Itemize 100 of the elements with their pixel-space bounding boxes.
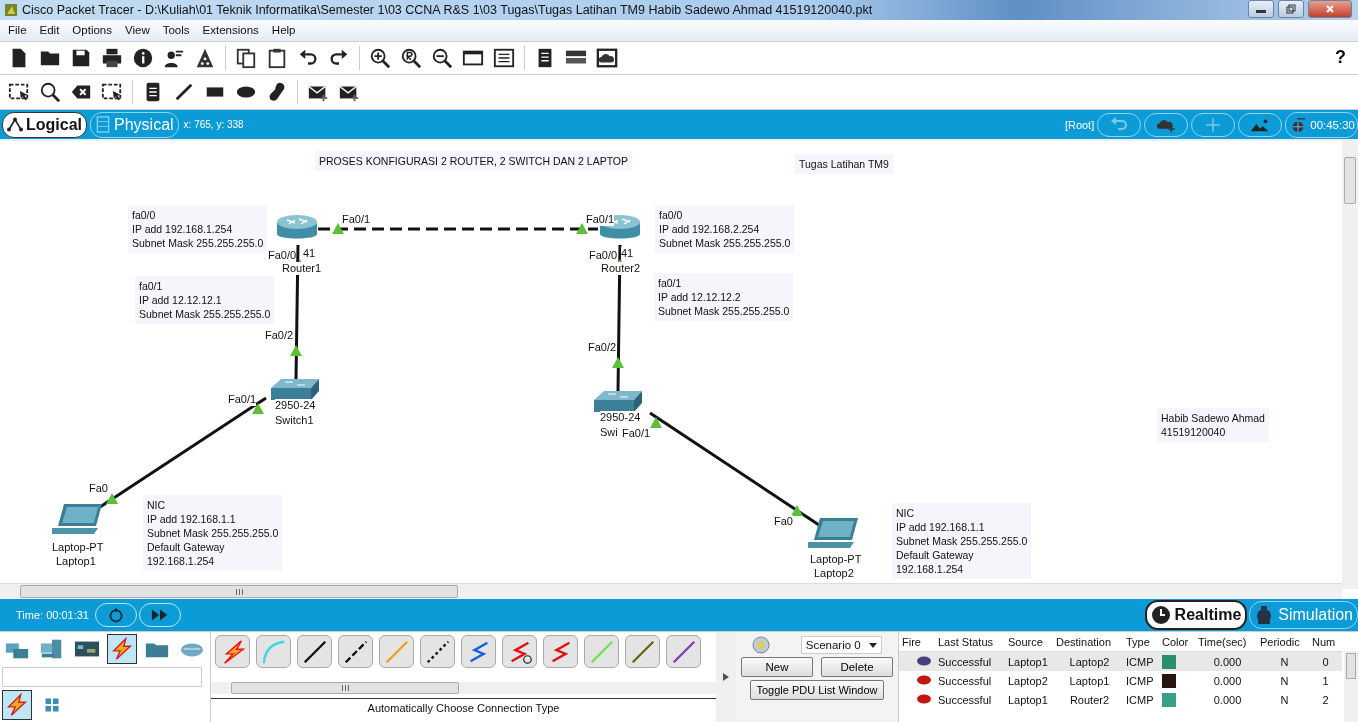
table-cell-text: Successful bbox=[937, 693, 993, 706]
port-label: Fa0/1 bbox=[228, 393, 257, 407]
text-note[interactable]: Tugas Latihan TM9 bbox=[795, 154, 893, 175]
text-note[interactable]: NIC IP add 192.168.1.1 Subnet Mask 255.255.255.0 Default Gateway 192.168.1.254 bbox=[892, 503, 1032, 580]
table-cell-text: N bbox=[1279, 655, 1290, 668]
table-cell-text: Laptop2 bbox=[1007, 674, 1049, 687]
laptop-icon[interactable] bbox=[806, 516, 860, 551]
column-header[interactable]: Last Status bbox=[935, 635, 1005, 648]
laptop-icon[interactable] bbox=[50, 502, 104, 537]
pdu-row[interactable]: Successful Laptop2 Laptop1 ICMP 0.000 N 1 bbox=[899, 671, 1342, 690]
connection-button[interactable] bbox=[338, 635, 373, 668]
text-note[interactable]: fa0/0 IP add 192.168.2.254 Subnet Mask 255.255.255.0 bbox=[655, 205, 795, 254]
horizontal-scrollbar[interactable] bbox=[211, 682, 716, 694]
time-text: Time: 00:01:31 bbox=[16, 609, 89, 622]
table-cell-text: 0 bbox=[1321, 655, 1330, 668]
fire-icon[interactable] bbox=[916, 655, 932, 666]
table-cell-text: Laptop1 bbox=[1068, 674, 1111, 687]
column-header[interactable]: Type bbox=[1123, 635, 1159, 648]
window-title: Cisco Packet Tracer - D:\Kuliah\01 Teknik Informatika\Semester 1\03 CCNA R&S 1\03 Tugas\Tugas Latihan TM9 Habib Sadewo Ahmad 41519120040.pkt bbox=[22, 2, 873, 17]
text-note[interactable]: PROSES KONFIGURASI 2 ROUTER, 2 SWITCH DAN 2 LAPTOP bbox=[315, 151, 633, 172]
list-icon[interactable] bbox=[493, 46, 515, 69]
table-cell-text: Laptop1 bbox=[1007, 655, 1049, 668]
column-header[interactable]: Destination bbox=[1053, 635, 1123, 648]
table-cell-text: N bbox=[1279, 674, 1290, 687]
line-icon[interactable] bbox=[173, 81, 195, 103]
column-header[interactable]: Num bbox=[1309, 635, 1339, 648]
table-cell-text: Laptop2 bbox=[1068, 655, 1111, 668]
mode-tab[interactable]: Realtime bbox=[1144, 600, 1248, 631]
vertical-scrollbar[interactable] bbox=[1342, 141, 1358, 590]
text-note[interactable]: fa0/1 IP add 12.12.12.1 Subnet Mask 255.255.255.0 bbox=[135, 276, 275, 325]
app-icon bbox=[4, 2, 18, 17]
text-note[interactable]: fa0/1 IP add 12.12.12.2 Subnet Mask 255.255.255.0 bbox=[654, 273, 794, 322]
column-header[interactable]: Source bbox=[1005, 635, 1053, 648]
pdu-row[interactable]: Successful Laptop1 Router2 ICMP 0.000 N 2 bbox=[899, 690, 1342, 709]
paste-icon[interactable] bbox=[266, 46, 288, 69]
menu-item[interactable]: Extensions bbox=[196, 24, 266, 37]
device-model: Laptop-PT bbox=[52, 541, 104, 555]
fire-icon[interactable] bbox=[916, 693, 932, 704]
rack-icon bbox=[95, 116, 111, 134]
connection-button[interactable] bbox=[420, 635, 455, 668]
zoom-in-icon[interactable] bbox=[369, 46, 391, 69]
menu-item[interactable]: View bbox=[119, 24, 157, 37]
text-note[interactable]: fa0/0 IP add 192.168.1.254 Subnet Mask 255.255.255.0 bbox=[128, 205, 268, 254]
device-name: Router2 bbox=[601, 262, 641, 276]
scenario-dropdown[interactable]: Scenario 0 bbox=[800, 636, 882, 654]
device-model: Laptop-PT bbox=[810, 553, 862, 567]
minimize-button[interactable] bbox=[1248, 0, 1274, 18]
resize-icon[interactable] bbox=[101, 81, 123, 103]
coordinates-text: x: 765, y: 338 bbox=[183, 119, 244, 131]
pdu-row[interactable]: Successful Laptop1 Laptop2 ICMP 0.000 N 0 bbox=[899, 652, 1342, 671]
scenario-button[interactable]: New bbox=[741, 657, 813, 677]
zoom-out-icon[interactable] bbox=[431, 46, 453, 69]
menu-item[interactable]: Edit bbox=[33, 24, 67, 37]
switch-icon[interactable] bbox=[269, 376, 321, 403]
select-icon[interactable] bbox=[8, 81, 30, 103]
horizontal-scrollbar[interactable] bbox=[0, 583, 1342, 600]
table-cell-text: 2 bbox=[1321, 693, 1330, 706]
table-cell-text: Laptop1 bbox=[1007, 693, 1049, 706]
switch-icon[interactable] bbox=[592, 388, 644, 415]
toggle-pdu-button[interactable]: Toggle PDU List Window bbox=[750, 680, 884, 700]
port-label: Fa0/1 bbox=[586, 213, 615, 227]
status-text: Automatically Choose Connection Type bbox=[211, 698, 716, 722]
collapse-arrow-icon[interactable] bbox=[722, 672, 730, 682]
table-cell-text: 0.000 bbox=[1212, 655, 1243, 668]
zoom-reset-icon[interactable] bbox=[400, 46, 422, 69]
table-cell-text: 0.000 bbox=[1212, 693, 1243, 706]
vertical-scrollbar[interactable] bbox=[1344, 651, 1358, 722]
cable-link[interactable] bbox=[318, 223, 598, 235]
menu-item[interactable]: File bbox=[2, 24, 34, 37]
menu-item[interactable]: Tools bbox=[156, 24, 197, 37]
close-button[interactable] bbox=[1308, 0, 1352, 18]
text-note[interactable]: NIC IP add 192.168.1.1 Subnet Mask 255.255.255.0 Default Gateway 192.168.1.254 bbox=[143, 495, 283, 572]
clock-icon bbox=[1150, 605, 1171, 626]
help-button[interactable]: ? bbox=[1335, 47, 1346, 69]
workspace-tab[interactable]: Logical bbox=[2, 111, 87, 138]
device-name: Router1 bbox=[282, 262, 322, 276]
column-header[interactable]: Fire bbox=[899, 635, 935, 648]
print-icon[interactable] bbox=[101, 46, 123, 69]
table-cell-text: ICMP bbox=[1125, 655, 1155, 668]
back-arrow-icon bbox=[1109, 116, 1130, 133]
copy-icon[interactable] bbox=[235, 46, 257, 69]
column-header[interactable]: Periodic bbox=[1257, 635, 1309, 648]
restore-button[interactable] bbox=[1278, 0, 1304, 18]
menu-item[interactable]: Options bbox=[66, 24, 119, 37]
table-cell-text: Router2 bbox=[1068, 693, 1111, 706]
topology-icon bbox=[7, 116, 23, 134]
close-icon bbox=[1325, 3, 1335, 14]
search-icon[interactable] bbox=[39, 81, 61, 103]
connection-button[interactable] bbox=[297, 635, 332, 668]
fire-icon[interactable] bbox=[916, 674, 932, 685]
cloud-window-icon[interactable] bbox=[596, 46, 618, 69]
table-cell-text: 0.000 bbox=[1212, 674, 1243, 687]
column-header[interactable]: Time(sec) bbox=[1195, 635, 1257, 648]
table-cell-text: ICMP bbox=[1125, 693, 1155, 706]
menu-item[interactable]: Help bbox=[265, 24, 303, 37]
info-icon[interactable] bbox=[132, 46, 154, 69]
search-field[interactable] bbox=[2, 667, 202, 687]
text-note[interactable]: Habib Sadewo Ahmad 41519120040 bbox=[1157, 408, 1269, 443]
scenario-button[interactable]: Delete bbox=[821, 657, 893, 677]
column-header[interactable]: Color bbox=[1159, 635, 1195, 648]
